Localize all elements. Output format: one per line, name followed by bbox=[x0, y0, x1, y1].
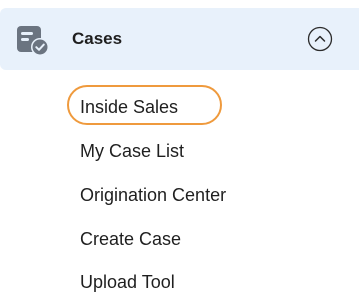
menu-item-create-case[interactable]: Create Case bbox=[80, 228, 181, 250]
menu-item-my-case-list[interactable]: My Case List bbox=[80, 140, 184, 162]
cases-section-header[interactable]: Cases bbox=[0, 8, 359, 70]
section-title: Cases bbox=[72, 29, 123, 48]
menu-item-origination-center[interactable]: Origination Center bbox=[80, 184, 226, 206]
side-nav: Cases Inside Sales My Case List Originat… bbox=[0, 0, 359, 295]
menu-item-inside-sales[interactable]: Inside Sales bbox=[80, 96, 178, 118]
menu-item-upload-tool[interactable]: Upload Tool bbox=[80, 271, 175, 293]
cases-icon bbox=[16, 23, 50, 57]
chevron-up-circle-icon[interactable] bbox=[307, 26, 333, 52]
